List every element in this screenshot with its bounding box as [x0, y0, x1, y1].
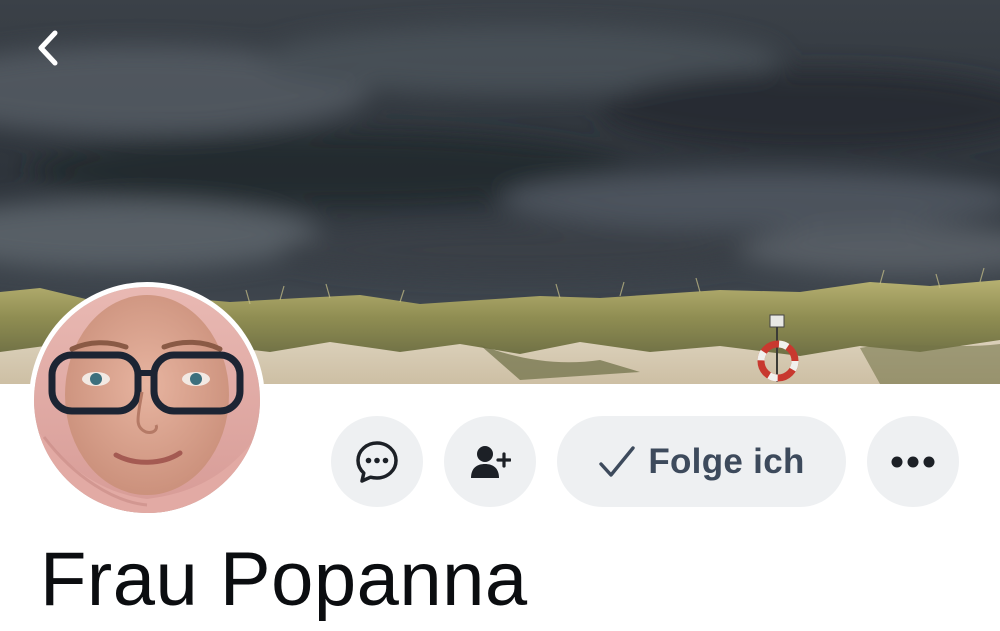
message-button[interactable] — [331, 416, 423, 507]
add-friend-button[interactable] — [444, 416, 536, 507]
profile-name: Frau Popanna — [40, 537, 528, 622]
person-add-icon — [471, 445, 511, 478]
chevron-left-icon — [38, 30, 58, 66]
avatar-image — [34, 287, 260, 513]
back-button[interactable] — [24, 22, 72, 74]
following-label: Folge ich — [648, 441, 805, 481]
message-bubble-icon — [356, 440, 398, 483]
checkmark-icon — [599, 445, 636, 477]
more-button[interactable] — [867, 416, 959, 507]
following-button[interactable]: Folge ich — [557, 416, 846, 507]
more-horizontal-icon — [891, 456, 935, 467]
avatar[interactable] — [29, 282, 265, 518]
